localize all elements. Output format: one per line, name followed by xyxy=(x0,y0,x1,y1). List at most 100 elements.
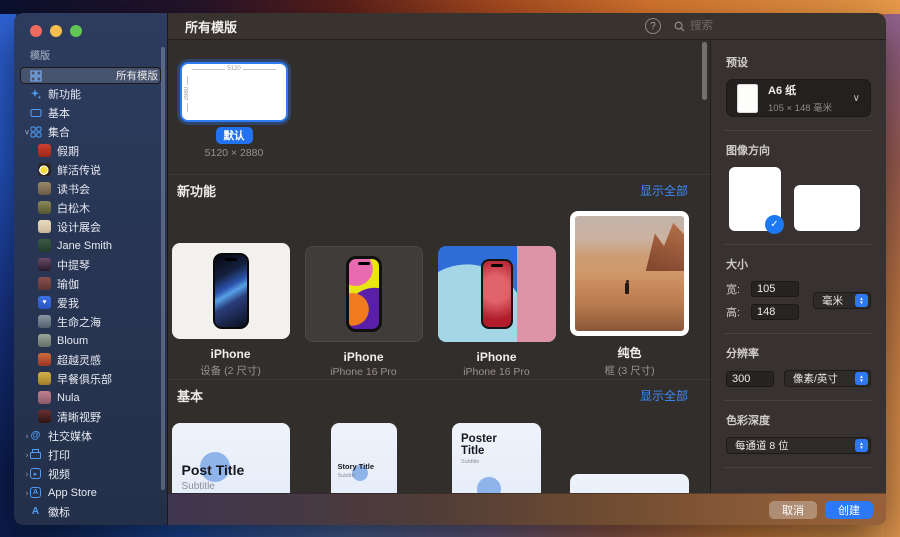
sidebar-item-holiday[interactable]: 假期 xyxy=(20,141,161,160)
sidebar-item-print[interactable]: › 打印 xyxy=(20,445,161,464)
template-card-iphone-device[interactable]: iPhone 设备 (2 尺寸) xyxy=(171,243,290,378)
chevron-right-icon[interactable]: › xyxy=(22,431,32,440)
sidebar-item-social-media[interactable]: › @ 社交媒体 xyxy=(20,426,161,445)
preset-dimensions: 105 × 148 毫米 xyxy=(768,100,832,114)
sidebar-item-viola[interactable]: 中提琴 xyxy=(20,255,161,274)
color-depth-label: 色彩深度 xyxy=(726,412,871,428)
dialog-footer: 取消 创建 xyxy=(168,493,886,525)
height-dimension-annotation: 2880 xyxy=(183,76,191,112)
chevron-down-icon[interactable]: ∨ xyxy=(22,127,32,136)
zoom-window-button[interactable] xyxy=(70,25,82,37)
iphone-16-pro-artwork xyxy=(305,246,423,342)
grid-icon xyxy=(29,69,42,82)
sidebar-item-sea-of-life[interactable]: 生命之海 xyxy=(20,312,161,331)
viola-thumb xyxy=(38,258,51,271)
template-card-plain-frame[interactable]: 纯色 框 (3 尺寸) xyxy=(570,211,689,378)
section-title: 基本 xyxy=(177,386,203,405)
sidebar-scrollbar[interactable] xyxy=(161,47,165,490)
preset-label: 预设 xyxy=(726,54,871,70)
sidebar-item-new-features[interactable]: 新功能 xyxy=(20,84,161,103)
resolution-input[interactable] xyxy=(726,371,774,387)
template-chooser-window: 模版 所有模版 新功能 基本 ∨ 集合 假期 鲜活传说 读书会 白松木 设计展会… xyxy=(14,13,886,525)
orientation-portrait-option[interactable]: ✓ xyxy=(729,167,781,231)
design-expo-thumb xyxy=(38,220,51,233)
fresh-legend-thumb xyxy=(38,163,51,176)
sidebar-item-bloum[interactable]: Bloum xyxy=(20,331,161,350)
sidebar: 模版 所有模版 新功能 基本 ∨ 集合 假期 鲜活传说 读书会 白松木 设计展会… xyxy=(14,13,168,525)
height-label: 高: xyxy=(726,304,746,320)
stepper-icon: ▲▼ xyxy=(855,439,868,452)
close-window-button[interactable] xyxy=(30,25,42,37)
sidebar-item-design-expo[interactable]: 设计展会 xyxy=(20,217,161,236)
default-badge: 默认 xyxy=(216,127,253,144)
show-all-link[interactable]: 显示全部 xyxy=(640,182,688,199)
chevron-right-icon[interactable]: › xyxy=(22,488,32,497)
page-title: 所有模版 xyxy=(185,17,645,36)
sidebar-item-collections[interactable]: ∨ 集合 xyxy=(20,122,161,141)
content-scrollbar[interactable] xyxy=(702,42,707,100)
sidebar-item-love-me[interactable]: ♥爱我 xyxy=(20,293,161,312)
sidebar-item-all-templates[interactable]: 所有模版 xyxy=(20,67,161,84)
sidebar-item-yoga[interactable]: 瑜伽 xyxy=(20,274,161,293)
show-all-link[interactable]: 显示全部 xyxy=(640,387,688,404)
sidebar-item-video[interactable]: › ▸ 视频 xyxy=(20,464,161,483)
width-label: 宽: xyxy=(726,281,746,297)
sidebar-item-breakfast-club[interactable]: 早餐俱乐部 xyxy=(20,369,161,388)
plain-frame-artwork xyxy=(570,211,689,336)
clear-vision-thumb xyxy=(38,410,51,423)
template-card-iphone-16-pro-dark[interactable]: iPhone iPhone 16 Pro xyxy=(304,246,423,378)
default-template[interactable]: 5120 2880 默认 5120 × 2880 xyxy=(178,62,290,159)
height-input[interactable] xyxy=(751,304,799,320)
white-pine-thumb xyxy=(38,201,51,214)
size-unit-select[interactable]: 毫米 ▲▼ xyxy=(813,292,871,309)
iphone-device-artwork xyxy=(172,243,290,339)
section-title: 新功能 xyxy=(177,181,216,200)
sparkle-icon xyxy=(29,87,42,100)
orientation-picker: ✓ xyxy=(726,167,871,231)
preset-dropdown[interactable]: A6 纸 105 × 148 毫米 ∨ xyxy=(726,79,871,117)
sidebar-item-app-store[interactable]: › A App Store xyxy=(20,483,161,502)
width-dimension-annotation: 5120 xyxy=(192,66,276,72)
width-input[interactable] xyxy=(751,281,799,297)
settings-panel: 预设 A6 纸 105 × 148 毫米 ∨ 图像方向 ✓ xyxy=(711,40,886,525)
search-input[interactable] xyxy=(690,20,850,32)
preset-name: A6 纸 xyxy=(768,82,832,98)
chevron-right-icon[interactable]: › xyxy=(22,469,32,478)
create-button[interactable]: 创建 xyxy=(825,501,873,519)
sidebar-item-beyond-inspiration[interactable]: 超越灵感 xyxy=(20,350,161,369)
book-club-thumb xyxy=(38,182,51,195)
template-card-iphone-16-pro-art[interactable]: iPhone iPhone 16 Pro xyxy=(437,246,556,378)
orientation-landscape-option[interactable] xyxy=(794,185,860,231)
sidebar-item-nula[interactable]: Nula xyxy=(20,388,161,407)
sidebar-section-label: 模版 xyxy=(30,47,167,62)
sidebar-item-white-pine[interactable]: 白松木 xyxy=(20,198,161,217)
sidebar-item-jane-smith[interactable]: Jane Smith xyxy=(20,236,161,255)
default-template-section: 5120 2880 默认 5120 × 2880 xyxy=(168,40,710,175)
default-template-thumbnail[interactable]: 5120 2880 xyxy=(180,62,288,122)
breakfast-club-thumb xyxy=(38,372,51,385)
cancel-button[interactable]: 取消 xyxy=(769,501,817,519)
stepper-icon: ▲▼ xyxy=(855,372,868,385)
canvas-icon xyxy=(29,106,42,119)
resolution-unit-select[interactable]: 像素/英寸 ▲▼ xyxy=(784,370,871,387)
sidebar-item-book-club[interactable]: 读书会 xyxy=(20,179,161,198)
help-button[interactable]: ? xyxy=(645,18,661,34)
minimize-window-button[interactable] xyxy=(50,25,62,37)
window-header: 所有模版 ? xyxy=(168,13,886,40)
search-field[interactable] xyxy=(674,20,874,32)
paper-icon xyxy=(737,84,758,113)
color-depth-select[interactable]: 每通道 8 位 ▲▼ xyxy=(726,437,871,454)
templates-content: 5120 2880 默认 5120 × 2880 新功能 显示全部 xyxy=(168,40,711,525)
iphone-16-pro-art-artwork xyxy=(438,246,556,342)
sidebar-item-logo[interactable]: A 徽标 xyxy=(20,502,161,521)
section-new-features: 新功能 显示全部 iPhone 设备 (2 尺寸) iPhone iPhone … xyxy=(168,175,710,378)
sidebar-item-resume[interactable]: 简历 xyxy=(20,521,161,525)
sidebar-item-fresh-legend[interactable]: 鲜活传说 xyxy=(20,160,161,179)
printer-icon xyxy=(29,448,42,461)
sidebar-item-clear-vision[interactable]: 清晰视野 xyxy=(20,407,161,426)
logo-icon: A xyxy=(29,505,42,518)
orientation-label: 图像方向 xyxy=(726,142,871,158)
holiday-thumb xyxy=(38,144,51,157)
nula-thumb xyxy=(38,391,51,404)
sidebar-item-basic[interactable]: 基本 xyxy=(20,103,161,122)
